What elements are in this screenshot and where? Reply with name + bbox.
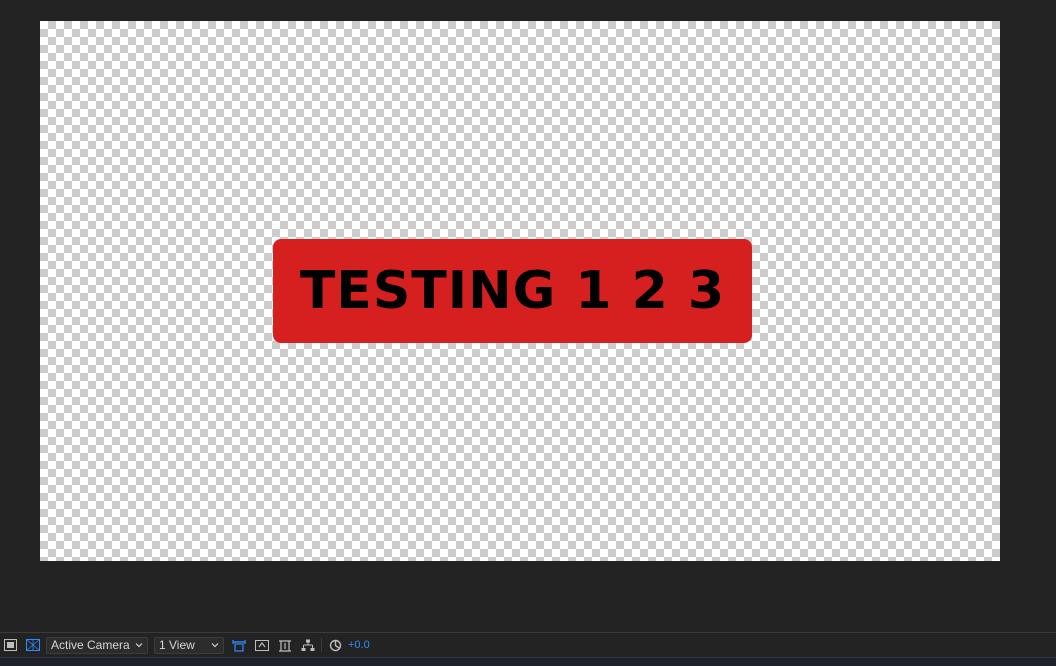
- transparency-grid-icon[interactable]: [26, 638, 40, 652]
- snapshot-icon[interactable]: [255, 638, 269, 652]
- toolbar-divider: [321, 638, 322, 652]
- composition-viewer[interactable]: TESTING 1 2 3: [0, 0, 1056, 632]
- viewer-toolbar: Active Camera 1 View +0.0: [0, 632, 1056, 657]
- chevron-down-icon: [135, 643, 143, 648]
- composition-canvas-transparency-grid[interactable]: TESTING 1 2 3: [40, 21, 1000, 561]
- chevron-down-icon: [211, 643, 219, 648]
- view-layout-select[interactable]: 1 View: [154, 636, 224, 654]
- reset-exposure-icon[interactable]: [328, 638, 342, 652]
- camera-select[interactable]: Active Camera: [46, 636, 148, 654]
- flowchart-icon[interactable]: [301, 638, 315, 652]
- camera-select-value: Active Camera: [51, 638, 130, 652]
- view-layout-select-value: 1 View: [159, 638, 195, 652]
- lower-third-shape[interactable]: TESTING 1 2 3: [273, 239, 752, 343]
- show-channel-icon[interactable]: [278, 638, 292, 652]
- lower-third-text: TESTING 1 2 3: [299, 261, 726, 321]
- reset-view-icon[interactable]: [232, 638, 246, 652]
- exposure-value[interactable]: +0.0: [348, 639, 370, 651]
- region-of-interest-icon[interactable]: [3, 638, 17, 652]
